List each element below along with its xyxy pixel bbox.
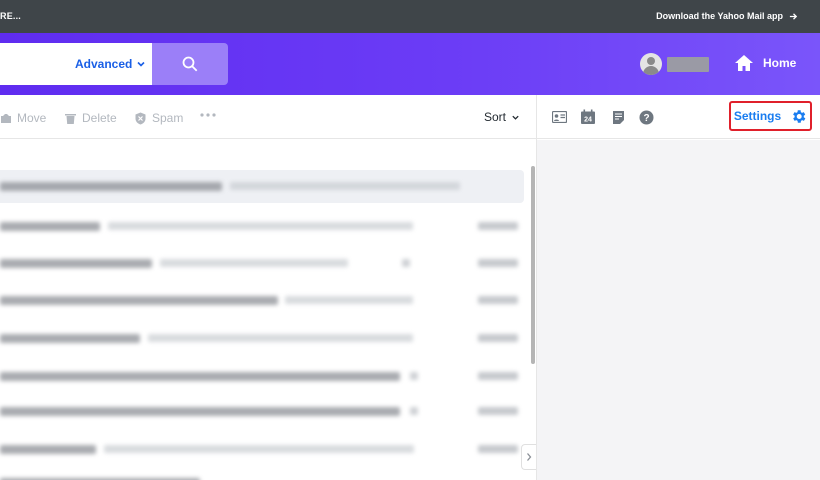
settings-button[interactable]: Settings [729, 101, 812, 131]
move-label: Move [17, 111, 47, 125]
message-toolbar: Move Delete Spam Sort [0, 95, 536, 139]
search-input[interactable]: Advanced [0, 43, 152, 85]
app-header: Advanced Home [0, 33, 820, 95]
notepad-icon[interactable] [610, 109, 626, 125]
delete-button[interactable]: Delete [64, 111, 117, 125]
message-row[interactable] [0, 284, 524, 317]
banner-text: RE... [0, 11, 22, 21]
move-icon [1, 114, 11, 123]
home-link[interactable]: Home [734, 54, 796, 72]
arrow-right-icon [789, 12, 798, 20]
message-row[interactable] [0, 466, 524, 480]
home-label: Home [763, 56, 797, 70]
message-row[interactable] [0, 360, 524, 393]
sort-dropdown[interactable]: Sort [484, 110, 520, 124]
top-banner: RE... Download the Yahoo Mail app [0, 0, 820, 33]
chevron-right-icon [527, 453, 532, 461]
download-app-link[interactable]: Download the Yahoo Mail app [656, 11, 798, 21]
spam-label: Spam [152, 111, 184, 125]
delete-icon [65, 113, 76, 124]
search-icon [182, 56, 198, 72]
contacts-icon[interactable] [551, 109, 567, 125]
message-row[interactable] [0, 247, 524, 280]
right-pane [537, 140, 820, 480]
download-app-label: Download the Yahoo Mail app [656, 11, 783, 21]
help-icon[interactable]: ? [638, 109, 654, 125]
list-scrollbar[interactable] [531, 166, 535, 364]
message-row[interactable] [0, 322, 524, 355]
calendar-day: 24 [584, 117, 592, 124]
avatar-icon[interactable] [640, 53, 662, 75]
username-redacted[interactable] [667, 57, 709, 72]
chevron-down-icon [512, 115, 519, 120]
advanced-search-button[interactable]: Advanced [75, 57, 146, 71]
more-actions-button[interactable] [200, 113, 216, 117]
search-button[interactable] [152, 43, 228, 85]
message-row[interactable] [0, 395, 524, 428]
home-icon [735, 55, 753, 71]
spam-icon [135, 112, 146, 124]
calendar-icon[interactable]: 24 [580, 109, 596, 125]
advanced-label: Advanced [75, 57, 133, 71]
chevron-down-icon [137, 61, 145, 67]
sort-label: Sort [484, 110, 507, 124]
settings-label: Settings [733, 109, 782, 123]
expand-pane-button[interactable] [521, 444, 536, 470]
spam-button[interactable]: Spam [134, 111, 183, 125]
message-row[interactable] [0, 210, 524, 243]
message-row[interactable] [0, 170, 524, 203]
message-row[interactable] [0, 433, 524, 466]
yahoo-mail-page: RE... Download the Yahoo Mail app Advanc… [0, 0, 820, 480]
move-button[interactable]: Move [0, 111, 46, 125]
message-list [0, 140, 536, 480]
delete-label: Delete [82, 111, 117, 125]
gear-icon [793, 109, 806, 123]
svg-text:?: ? [643, 113, 649, 124]
more-icon [200, 113, 216, 117]
